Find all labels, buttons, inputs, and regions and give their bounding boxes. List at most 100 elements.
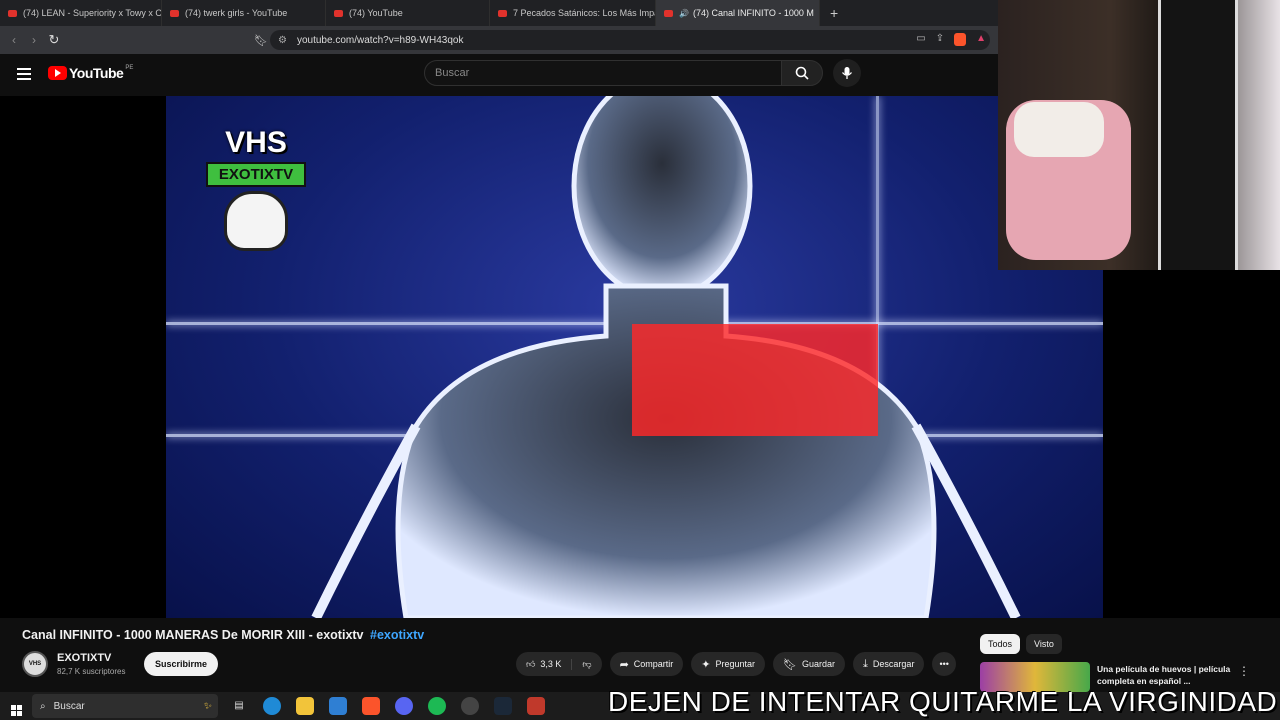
bookmark-icon[interactable]: 🔖︎ <box>254 34 268 47</box>
search-input[interactable] <box>435 67 781 79</box>
voice-search-button[interactable] <box>833 59 861 87</box>
forward-icon[interactable]: › <box>24 33 44 47</box>
tab-label: 7 Pecados Satánicos: Los Más Impact <box>513 8 656 18</box>
dota-icon[interactable] <box>527 697 545 715</box>
like-dislike-group: 👍︎ 3,3 K 👎︎ <box>516 652 602 676</box>
browser-tab[interactable]: (74) twerk girls - YouTube <box>162 0 326 26</box>
taskbar-apps: ▤ <box>230 697 545 715</box>
recommended-title[interactable]: Una película de huevos | película comple… <box>1097 663 1237 687</box>
download-label: Descargar <box>872 659 915 669</box>
reload-icon[interactable]: ↻ <box>44 32 64 48</box>
tab-label: (74) LEAN - Superiority x Towy x Osq <box>23 8 162 18</box>
watermark-brand-text: EXOTIXTV <box>206 162 306 187</box>
share-button[interactable]: ➦ Compartir <box>609 652 684 676</box>
search-icon: ⌕ <box>40 700 46 712</box>
spotify-icon[interactable] <box>428 697 446 715</box>
like-count: 3,3 K <box>540 659 562 669</box>
video-actions: 👍︎ 3,3 K 👎︎ ➦ Compartir ✦ Preguntar 🔖︎ G… <box>516 652 956 676</box>
save-label: Guardar <box>802 659 836 669</box>
bookmark-save-icon: 🔖︎ <box>783 658 798 671</box>
youtube-header: YouTube PE <box>0 54 1000 96</box>
mail-icon[interactable] <box>329 697 347 715</box>
thumbs-down-icon: 👎︎ <box>582 658 592 669</box>
site-settings-icon[interactable]: ⚙︎ <box>278 35 287 46</box>
video-frame[interactable]: VHS EXOTIXTV <box>166 96 1103 618</box>
chip-todos[interactable]: Todos <box>980 634 1021 654</box>
menu-icon[interactable] <box>17 68 31 83</box>
browser-tab[interactable]: 7 Pecados Satánicos: Los Más Impact <box>490 0 656 26</box>
windows-start-button[interactable] <box>0 697 32 716</box>
file-explorer-icon[interactable] <box>296 697 314 715</box>
cast-icon[interactable]: ▭ <box>916 33 925 46</box>
webcam-shelf <box>1158 0 1238 270</box>
channel-watermark: VHS EXOTIXTV <box>206 126 306 276</box>
microphone-icon <box>841 66 853 79</box>
youtube-favicon-icon <box>170 9 179 17</box>
youtube-favicon-icon <box>334 9 343 17</box>
taskbar-search-label: Buscar <box>53 700 85 712</box>
hashtag-link[interactable]: #exotixtv <box>370 628 424 642</box>
steam-icon[interactable] <box>494 697 512 715</box>
tab-label: (74) YouTube <box>349 8 403 18</box>
download-button[interactable]: ⤓ Descargar <box>853 652 925 676</box>
youtube-logo[interactable]: YouTube PE <box>48 65 133 81</box>
watermark-vhs-text: VHS <box>225 126 287 159</box>
windows-logo-icon <box>10 704 22 716</box>
browser-tab-active[interactable]: 🔊 (74) Canal INFINITO - 1000 M ✕ <box>656 0 820 26</box>
brave-shield-icon[interactable] <box>954 33 967 46</box>
edge-icon[interactable] <box>263 697 281 715</box>
video-title: Canal INFINITO - 1000 MANERAS De MORIR X… <box>22 628 424 642</box>
ask-label: Preguntar <box>715 659 756 669</box>
search-icon <box>795 66 809 80</box>
more-actions-button[interactable]: ••• <box>932 652 956 676</box>
channel-avatar[interactable]: VHS <box>22 651 48 677</box>
more-icon: ••• <box>939 659 949 669</box>
discord-icon[interactable] <box>395 697 413 715</box>
youtube-play-icon <box>48 66 67 80</box>
back-icon[interactable]: ‹ <box>4 33 24 47</box>
url-text: youtube.com/watch?v=h89-WH43qok <box>296 34 464 46</box>
subscribe-button[interactable]: Suscribirme <box>144 652 219 676</box>
speaker-icon[interactable]: 🔊 <box>679 9 689 18</box>
search-box[interactable] <box>424 60 782 86</box>
thumbs-up-icon: 👍︎ <box>526 658 536 669</box>
tab-label: (74) twerk girls - YouTube <box>185 8 288 18</box>
app-icon[interactable] <box>461 697 479 715</box>
highlight-region <box>632 324 878 436</box>
video-info: Canal INFINITO - 1000 MANERAS De MORIR X… <box>0 618 960 692</box>
address-bar[interactable]: ⚙︎ youtube.com/watch?v=h89-WH43qok <box>270 30 990 50</box>
country-code: PE <box>125 65 134 71</box>
search-button[interactable] <box>781 60 823 86</box>
taskbar-search[interactable]: ⌕ Buscar ✨︎ <box>32 694 218 718</box>
youtube-favicon-icon <box>8 9 17 17</box>
ask-button[interactable]: ✦ Preguntar <box>691 652 766 676</box>
share-label: Compartir <box>633 659 674 669</box>
youtube-favicon-icon <box>664 9 673 17</box>
video-title-text: Canal INFINITO - 1000 MANERAS De MORIR X… <box>22 628 364 642</box>
channel-name[interactable]: EXOTIXTV <box>57 652 111 664</box>
kebab-menu-icon[interactable]: ⋮ <box>1238 664 1250 678</box>
share-arrow-icon: ➦ <box>619 658 629 671</box>
tab-label: (74) Canal INFINITO - 1000 M <box>692 8 814 18</box>
browser-tab[interactable]: (74) YouTube <box>326 0 490 26</box>
brave-rewards-icon[interactable]: ▲ <box>976 33 986 46</box>
new-tab-button[interactable]: + <box>820 5 848 21</box>
skull-icon <box>224 191 288 251</box>
chip-visto[interactable]: Visto <box>1026 634 1062 654</box>
sparkle-icon: ✦ <box>701 658 711 671</box>
like-button[interactable]: 👍︎ 3,3 K <box>516 658 573 670</box>
share-icon[interactable]: ⇪ <box>936 33 944 46</box>
stream-caption-overlay: DEJEN DE INTENTAR QUITARME LA VIRGINIDAD <box>608 686 1278 717</box>
browser-tab[interactable]: (74) LEAN - Superiority x Towy x Osq <box>0 0 162 26</box>
browser-tab-strip: (74) LEAN - Superiority x Towy x Osq (74… <box>0 0 1000 26</box>
save-button[interactable]: 🔖︎ Guardar <box>773 652 846 676</box>
webcam-overlay <box>998 0 1280 270</box>
logo-text: YouTube <box>69 65 124 81</box>
subscriber-count: 82,7 K suscriptores <box>57 667 126 676</box>
filter-chips: Todos Visto <box>980 634 1062 654</box>
dislike-button[interactable]: 👎︎ <box>572 659 601 670</box>
task-view-icon[interactable]: ▤ <box>230 697 248 715</box>
gaming-chair-headrest <box>1014 102 1104 157</box>
download-icon: ⤓ <box>863 657 868 670</box>
brave-icon[interactable] <box>362 697 380 715</box>
